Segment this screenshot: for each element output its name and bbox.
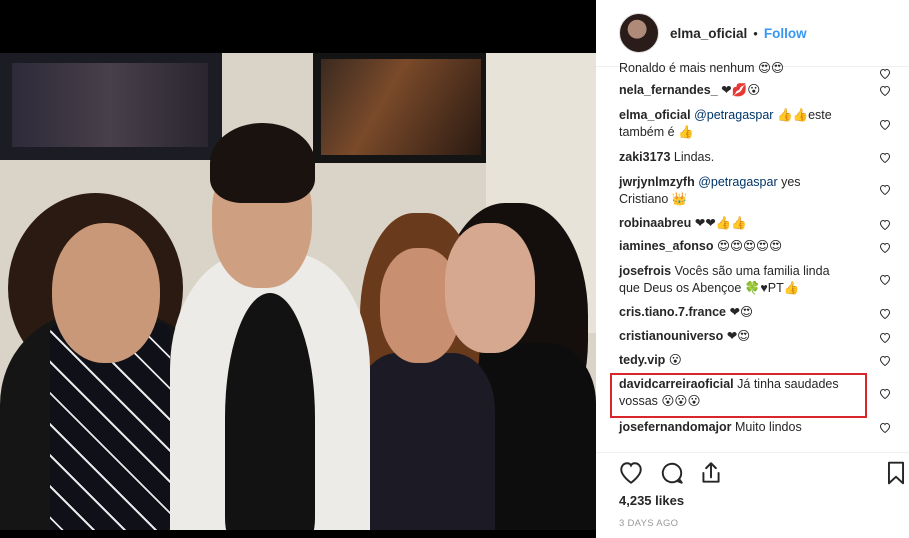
heart-small-icon[interactable] (879, 274, 891, 285)
follow-button[interactable]: Follow (764, 26, 807, 41)
list-item: zaki3173 Lindas. (619, 149, 909, 166)
comment-username[interactable]: iamines_afonso (619, 239, 713, 253)
highlight-box (610, 373, 867, 418)
share-icon[interactable] (698, 460, 724, 486)
heart-small-icon[interactable] (879, 308, 891, 319)
heart-small-icon[interactable] (879, 422, 891, 433)
list-item: jwrjynlmzyfh @petragaspar yes Cristiano … (619, 174, 909, 208)
comment-username[interactable]: elma_oficial (619, 108, 691, 122)
wall-picture-left (0, 53, 222, 160)
comment-text-line2: que Deus os Abençoe 🍀♥PT👍 (619, 281, 800, 295)
comment-username[interactable]: tedy.vip (619, 353, 665, 367)
comment-text: Ronaldo é mais nenhum 😍😍 (619, 62, 785, 75)
post-media (0, 0, 596, 538)
comment-text: ❤😍 (729, 305, 753, 319)
person-4-face (445, 223, 535, 353)
comment-text: Lindas. (673, 150, 715, 164)
person-1-face (52, 223, 160, 363)
comment-mention[interactable]: @petragaspar (694, 108, 773, 122)
person-2-shirt (225, 293, 315, 530)
list-item: iamines_afonso 😍😍😍😍😍 (619, 238, 909, 255)
comment-text: Vocês são uma familia linda (674, 264, 830, 278)
comment-text-line2: também é 👍 (619, 125, 694, 139)
comment-text: ❤❤👍👍 (694, 216, 747, 230)
comment-text: yes (777, 175, 801, 189)
comment-username[interactable]: josefernandomajor (619, 420, 732, 434)
comment-username[interactable]: nela_fernandes_ (619, 83, 718, 97)
list-item: cristianouniverso ❤😍 (619, 328, 909, 345)
post-actions (596, 452, 909, 492)
bookmark-icon[interactable] (883, 460, 909, 486)
list-item: robinaabreu ❤❤👍👍 (619, 215, 909, 232)
comment-username[interactable]: zaki3173 (619, 150, 670, 164)
comment-username[interactable]: robinaabreu (619, 216, 691, 230)
heart-small-icon[interactable] (879, 152, 891, 163)
heart-small-icon[interactable] (879, 355, 891, 366)
heart-icon[interactable] (618, 460, 644, 486)
header-username[interactable]: elma_oficial (670, 26, 747, 41)
list-item: tedy.vip 😮 (619, 352, 909, 369)
likes-count[interactable]: 4,235 likes (619, 493, 684, 508)
comment-text: 😍😍😍😍😍 (716, 239, 783, 253)
comment-username[interactable]: jwrjynlmzyfh (619, 175, 695, 189)
wall-picture-right (313, 53, 490, 163)
person-3-body (355, 353, 495, 530)
list-item: Ronaldo é mais nenhum 😍😍 (619, 62, 909, 77)
comment-text: Muito lindos (735, 420, 802, 434)
comment-username[interactable]: cristianouniverso (619, 329, 723, 343)
heart-small-icon[interactable] (879, 332, 891, 343)
comment-text-line2: Cristiano 👑 (619, 192, 688, 206)
post-photo[interactable] (0, 53, 596, 530)
post-side-panel: elma_oficial • Follow Ronaldo é mais nen… (596, 0, 909, 538)
avatar[interactable] (619, 13, 659, 53)
comment-username[interactable]: cris.tiano.7.france (619, 305, 726, 319)
comment-username[interactable]: josefrois (619, 264, 671, 278)
heart-small-icon[interactable] (879, 219, 891, 230)
heart-small-icon[interactable] (879, 85, 891, 96)
comment-mention[interactable]: @petragaspar (698, 175, 777, 189)
list-item: cris.tiano.7.france ❤😍 (619, 304, 909, 321)
comment-text: ❤😍 (726, 329, 751, 343)
heart-small-icon[interactable] (879, 184, 891, 195)
heart-small-icon[interactable] (879, 119, 891, 130)
list-item: josefrois Vocês são uma familia linda qu… (619, 263, 909, 297)
heart-small-icon[interactable] (879, 68, 891, 79)
list-item: josefernandomajor Muito lindos (619, 419, 909, 436)
person-2-hair (210, 123, 315, 203)
comment-text: 😮 (668, 353, 682, 367)
comment-text: 👍👍este (773, 108, 832, 122)
post-timestamp[interactable]: 3 DAYS AGO (619, 518, 678, 529)
heart-small-icon[interactable] (879, 388, 891, 399)
comment-text: ❤💋😮 (721, 83, 761, 97)
list-item: nela_fernandes_ ❤💋😮 (619, 82, 909, 99)
post-header: elma_oficial • Follow (596, 0, 909, 67)
heart-small-icon[interactable] (879, 242, 891, 253)
comment-icon[interactable] (659, 460, 685, 486)
list-item: elma_oficial @petragaspar 👍👍este também … (619, 107, 909, 141)
header-separator: • (753, 25, 758, 41)
